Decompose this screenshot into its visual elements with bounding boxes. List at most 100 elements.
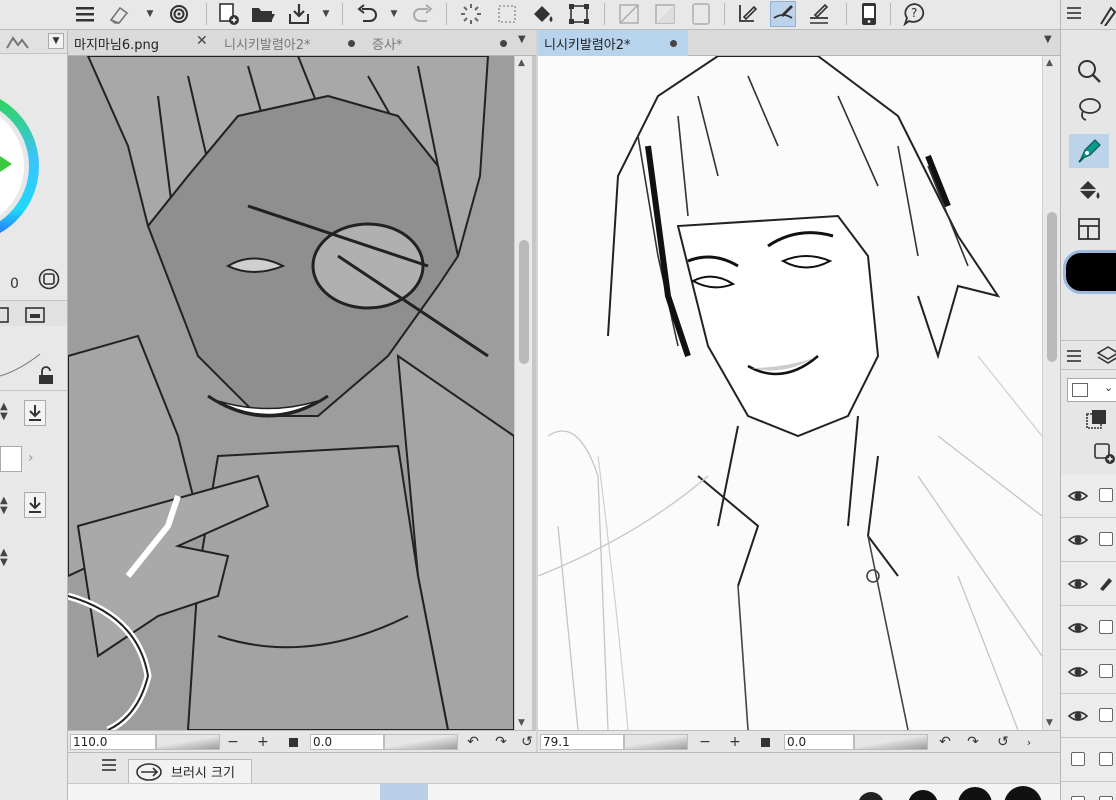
canvas[interactable] <box>538 56 1042 730</box>
zoom-slider[interactable] <box>156 734 220 750</box>
rotate-right-icon[interactable]: ↷ <box>964 733 982 751</box>
spin-icon[interactable]: ▲ ▼ <box>0 496 16 518</box>
pen-tool-icon[interactable] <box>1069 134 1109 168</box>
zoom-in-button[interactable]: + <box>254 733 272 751</box>
chevron-down-icon[interactable]: ▼ <box>518 34 526 45</box>
zoom-icon[interactable] <box>1069 54 1109 88</box>
menu-icon[interactable] <box>102 759 122 775</box>
layer-checkbox[interactable] <box>1099 796 1113 800</box>
chevron-right-icon[interactable]: › <box>28 450 34 466</box>
layer-checkbox[interactable] <box>1099 532 1113 546</box>
fill-icon[interactable] <box>1069 174 1109 208</box>
rotation-field[interactable]: 0.0 <box>784 734 854 750</box>
pencil-ruler-icon[interactable] <box>806 1 832 27</box>
layers-icon[interactable] <box>1097 345 1116 367</box>
canvas[interactable] <box>68 56 514 730</box>
vertical-scrollbar[interactable]: ▲ ▼ <box>514 56 532 730</box>
redo-icon[interactable] <box>410 1 436 27</box>
scroll-thumb[interactable] <box>519 240 529 364</box>
chevron-down-icon[interactable]: ▼ <box>320 2 332 26</box>
layer-row[interactable] <box>1061 562 1116 606</box>
zoom-in-button[interactable]: + <box>726 733 744 751</box>
zoom-field[interactable]: 79.1 <box>540 734 624 750</box>
pen-nib-icon[interactable] <box>1097 4 1116 26</box>
layer-row[interactable] <box>1061 474 1116 518</box>
layer-checkbox[interactable] <box>1099 752 1113 766</box>
rotate-left-icon[interactable]: ↶ <box>464 733 482 751</box>
spiral-icon[interactable] <box>166 1 192 27</box>
spin-icon[interactable]: ▲ ▼ <box>0 402 16 424</box>
chevron-down-icon[interactable]: ▼ <box>1044 34 1052 45</box>
layer-checkbox[interactable] <box>1071 796 1085 800</box>
open-folder-icon[interactable] <box>250 1 276 27</box>
loading-icon[interactable] <box>458 1 484 27</box>
reset-rotation-icon[interactable]: ↺ <box>994 733 1012 751</box>
layer-checkbox[interactable] <box>1071 752 1085 766</box>
tab-document-2[interactable]: 니시키발렴아2* <box>218 30 366 56</box>
chevron-down-icon[interactable]: ▼ <box>144 2 156 26</box>
tab-document-4[interactable]: 니시키발렴아2* <box>538 30 688 56</box>
layer-row[interactable] <box>1061 606 1116 650</box>
brush-size-dot[interactable] <box>1004 786 1042 800</box>
layer-checkbox[interactable] <box>1099 708 1113 722</box>
rotate-right-icon[interactable]: ↷ <box>492 733 510 751</box>
eye-icon[interactable] <box>1067 486 1089 506</box>
layer-checkbox[interactable] <box>1099 488 1113 502</box>
close-icon[interactable]: ✕ <box>196 33 208 49</box>
chevron-down-icon[interactable]: ▼ <box>388 2 400 26</box>
layer-copy-icon[interactable] <box>1085 408 1109 432</box>
download-icon[interactable] <box>24 492 46 518</box>
eye-icon[interactable] <box>1067 618 1089 638</box>
download-icon[interactable] <box>24 400 46 426</box>
color-wheel[interactable] <box>0 76 42 276</box>
menu-icon[interactable] <box>1067 6 1083 20</box>
spin-icon[interactable]: ▲ ▼ <box>0 548 16 570</box>
layer-property-icon[interactable] <box>24 306 46 324</box>
select-dotted-icon[interactable] <box>494 1 520 27</box>
zoom-field[interactable]: 110.0 <box>70 734 156 750</box>
vertical-scrollbar[interactable]: ▲ ▼ <box>1042 56 1060 730</box>
layer-row[interactable] <box>1061 738 1116 782</box>
chevron-right-icon[interactable]: › <box>1020 733 1038 751</box>
phone-icon[interactable] <box>856 1 882 27</box>
tool-icon[interactable] <box>0 306 10 324</box>
color-target-icon[interactable] <box>38 268 60 290</box>
input-box[interactable] <box>0 446 22 472</box>
fit-button[interactable] <box>284 733 302 751</box>
layer-checkbox[interactable] <box>1099 664 1113 678</box>
new-file-icon[interactable] <box>216 1 242 27</box>
eye-icon[interactable] <box>1067 530 1089 550</box>
reset-rotation-icon[interactable]: ↺ <box>518 733 536 751</box>
eraser-icon[interactable] <box>106 1 132 27</box>
layer-row[interactable] <box>1061 650 1116 694</box>
brush-size-strip[interactable] <box>68 783 1060 800</box>
layer-row[interactable] <box>1061 694 1116 738</box>
eye-icon[interactable] <box>1067 574 1089 594</box>
brush-size-dot[interactable] <box>858 792 884 800</box>
brush-size-dot[interactable] <box>908 790 938 800</box>
menu-icon[interactable] <box>72 1 98 27</box>
blend-mode-select[interactable]: ⌄ <box>1067 378 1116 402</box>
fill-bucket-icon[interactable] <box>530 1 556 27</box>
eye-icon[interactable] <box>1067 706 1089 726</box>
ruler-gradient-icon[interactable] <box>652 1 678 27</box>
save-icon[interactable] <box>286 1 312 27</box>
tab-document-3[interactable]: 증사* <box>366 30 514 56</box>
pen-icon[interactable] <box>734 1 760 27</box>
tab-brush-size[interactable]: 브러시 크기 <box>128 759 252 783</box>
new-layer-icon[interactable] <box>1093 442 1116 466</box>
rotation-slider[interactable] <box>384 734 458 750</box>
ruler-frame-icon[interactable] <box>688 1 714 27</box>
fit-button[interactable] <box>756 733 774 751</box>
chevron-down-icon[interactable]: ▼ <box>48 33 64 49</box>
menu-icon[interactable] <box>1067 349 1083 363</box>
help-icon[interactable]: ? <box>902 1 928 27</box>
layer-row[interactable] <box>1061 518 1116 562</box>
rotation-field[interactable]: 0.0 <box>310 734 384 750</box>
brush-size-dot[interactable] <box>958 787 992 800</box>
layer-row[interactable] <box>1061 782 1116 800</box>
eye-icon[interactable] <box>1067 662 1089 682</box>
ruler-icon[interactable] <box>616 1 642 27</box>
rotate-left-icon[interactable]: ↶ <box>936 733 954 751</box>
color-mode-icon[interactable] <box>6 35 30 49</box>
